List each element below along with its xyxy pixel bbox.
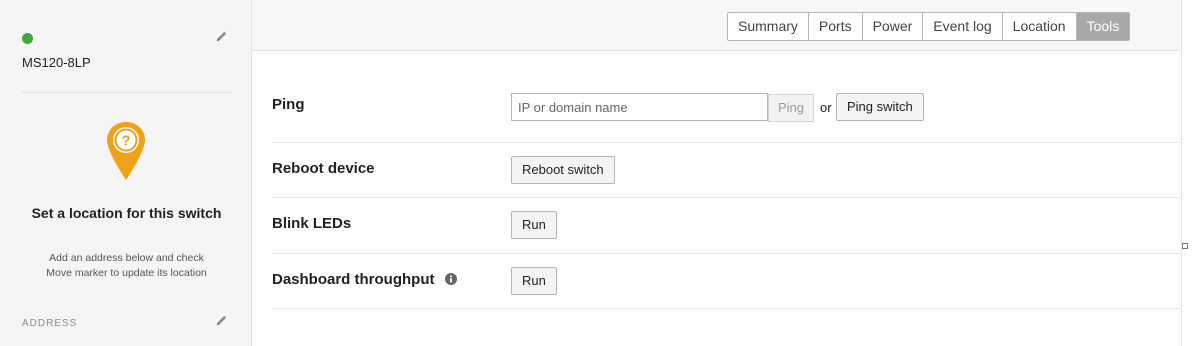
pencil-icon[interactable]: [215, 30, 228, 43]
tab-group: Summary Ports Power Event log Location T…: [727, 12, 1131, 41]
ping-button[interactable]: Ping: [768, 94, 815, 122]
ping-label: Ping: [272, 96, 305, 113]
location-title: Set a location for this switch: [31, 205, 222, 221]
location-help: Add an address below and check Move mark…: [22, 251, 231, 281]
blink-leds-label: Blink LEDs: [272, 215, 352, 232]
location-pin-icon: ?: [107, 122, 145, 180]
tab-tools[interactable]: Tools: [1076, 13, 1130, 40]
pencil-icon[interactable]: [215, 314, 228, 327]
main-panel: Summary Ports Power Event log Location T…: [252, 0, 1180, 346]
ping-switch-button[interactable]: Ping switch: [836, 93, 924, 121]
or-text: or: [820, 100, 832, 115]
tab-ports[interactable]: Ports: [809, 13, 863, 40]
tab-location[interactable]: Location: [1003, 13, 1077, 40]
sidebar: MS120-8LP ? Set a location for this swit…: [0, 0, 252, 346]
reboot-switch-button[interactable]: Reboot switch: [511, 156, 615, 184]
device-name: MS120-8LP: [22, 55, 91, 70]
tab-event-log[interactable]: Event log: [923, 13, 1003, 40]
throughput-label-wrap: Dashboard throughput: [272, 271, 457, 288]
resize-handle[interactable]: [1182, 243, 1188, 249]
location-help-line1: Add an address below and check: [49, 252, 204, 264]
page-edge: [1181, 0, 1194, 346]
address-label: ADDRESS: [22, 318, 78, 329]
tab-bar: Summary Ports Power Event log Location T…: [252, 0, 1180, 51]
reboot-row: Reboot device Reboot switch: [272, 143, 1180, 198]
status-indicator: [22, 33, 33, 44]
blink-leds-run-button[interactable]: Run: [511, 211, 557, 239]
ping-row: Ping Ping or Ping switch: [272, 78, 1180, 143]
svg-text:?: ?: [121, 133, 130, 150]
sidebar-divider: [22, 92, 231, 93]
throughput-label: Dashboard throughput: [272, 271, 435, 288]
blink-leds-row: Blink LEDs Run: [272, 198, 1180, 254]
throughput-row: Dashboard throughput Run: [272, 254, 1180, 309]
reboot-label: Reboot device: [272, 160, 375, 177]
ping-address-input[interactable]: [511, 93, 768, 121]
location-help-line2: Move marker to update its location: [46, 267, 207, 279]
tab-power[interactable]: Power: [863, 13, 924, 40]
tab-summary[interactable]: Summary: [728, 13, 809, 40]
throughput-run-button[interactable]: Run: [511, 267, 557, 295]
info-icon[interactable]: [444, 273, 457, 285]
